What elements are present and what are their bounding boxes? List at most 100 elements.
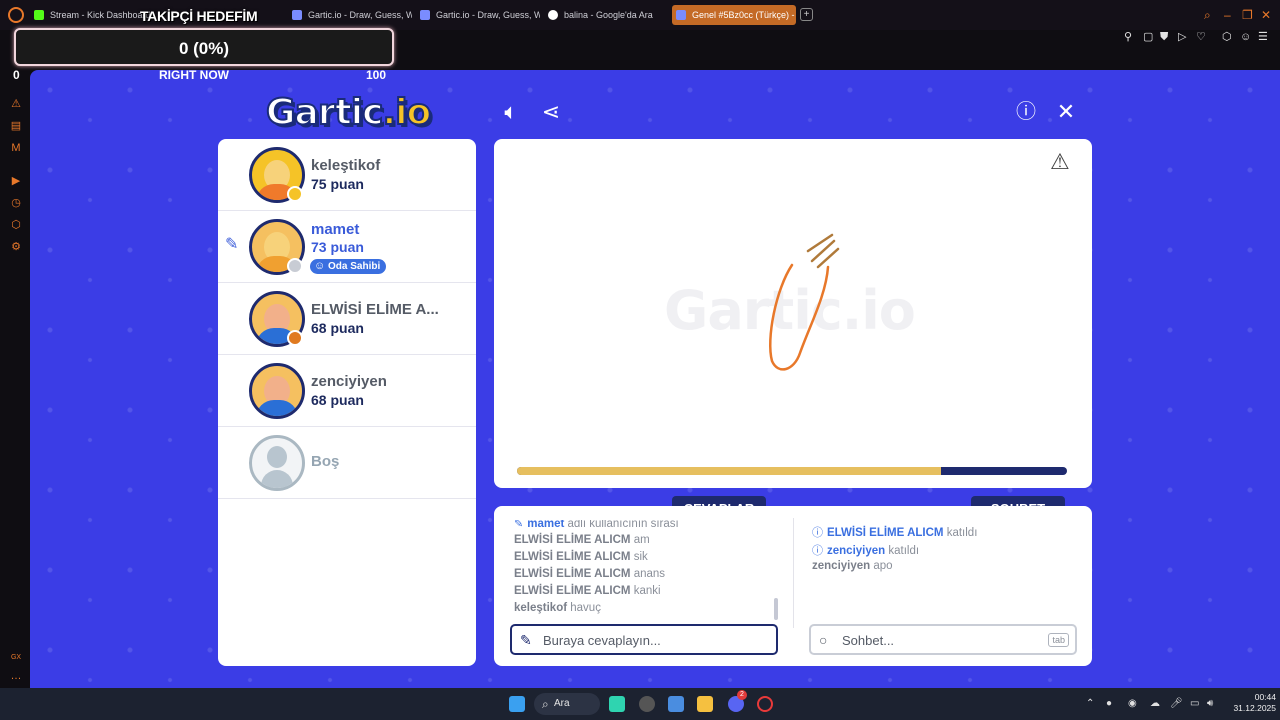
heart-icon[interactable]: ♡ [1196,32,1206,43]
info-icon[interactable]: ⓘ [1014,100,1038,124]
message-text: am [633,534,650,546]
sidebar-messenger-icon[interactable]: M [10,142,22,154]
answer-input[interactable]: ✎ Buraya cevaplayın... [510,624,778,655]
shield-icon[interactable]: ⛊ [1160,32,1168,43]
player-score: 68 puan [311,320,364,336]
player-row[interactable]: zenciyiyen 68 puan [218,355,476,427]
search-tabs-icon[interactable]: ⌕ [1204,8,1211,22]
sidebar-gx-icon[interactable]: GX [10,652,22,664]
drawing-stroke-brown [810,239,836,263]
tab-title: balina - Google'da Ara [564,10,653,20]
windows-taskbar: Ara 2 ⌃ ● ◉ ☁ 🎤︎ ▭ 🔊︎ 00:44 31.12.2025 [0,688,1280,720]
timer-fill [517,467,941,475]
sound-icon[interactable]: 🔈︎ [499,100,523,124]
close-window-icon[interactable]: ✕ [1261,8,1271,22]
player-row[interactable]: ELWİSİ ELİME A... 68 puan [218,283,476,355]
new-tab-button[interactable]: + [800,8,813,21]
snapshot-icon[interactable]: ▢ [1143,32,1153,43]
tray-app-icon[interactable]: ☁ [1150,697,1160,711]
player-status-dot [287,258,303,274]
player-row-drawing[interactable]: ✎ mamet 73 puan Oda Sahibi [218,211,476,283]
gartic-logo[interactable]: Gartic.io [265,91,432,134]
steam-icon[interactable]: ● [1106,697,1112,711]
goal-max-label: 100 [366,68,387,82]
clock-date: 31.12.2025 [1233,703,1276,713]
message-text: sik [633,551,648,563]
app-icon[interactable] [639,696,655,712]
menu-icon[interactable]: ☰ [1258,32,1268,43]
opera-gx-taskbar-icon[interactable] [757,696,773,712]
info-icon: ⓘ [812,527,823,539]
player-status-dot [287,186,303,202]
browser-tab[interactable]: balina - Google'da Ara [544,5,668,25]
answers-scrollbar[interactable] [774,598,778,620]
message-text: katıldı [888,545,920,557]
app-icon[interactable] [668,696,684,712]
browser-tab[interactable]: Gartic.io - Draw, Guess, W [288,5,412,25]
follower-goal-value: 0 (0%) [178,39,230,58]
drawing-canvas[interactable]: Gartic.io ⚠ [494,139,1092,488]
browser-tab[interactable]: Gartic.io - Draw, Guess, W [416,5,540,25]
minimize-icon[interactable]: – [1224,8,1231,22]
network-icon[interactable]: ▭ [1190,697,1199,711]
message-user: mamet [527,520,565,530]
pencil-icon: ✎ [520,632,532,648]
empty-player-slot: Boş [218,427,476,499]
sidebar-more-icon[interactable]: … [10,670,22,682]
player-score: 75 puan [311,176,364,192]
google-favicon-icon [548,10,558,20]
logo-io-text: .io [381,91,432,134]
tray-app-icon[interactable]: ◉ [1128,697,1137,711]
file-explorer-icon[interactable] [697,696,713,712]
sidebar-history-icon[interactable]: ◷ [10,197,22,209]
message-user: ELWİSİ ELİME ALICM [514,568,631,580]
sidebar-twitch-icon[interactable]: ▤ [10,120,22,132]
start-icon[interactable] [509,696,525,712]
answer-message: ELWİSİ ELİME ALICM am [514,534,650,546]
app-icon[interactable] [609,696,625,712]
chat-system-message: ⓘ zenciyiyen katıldı [812,542,919,558]
share-icon[interactable]: ⋖ [539,100,563,124]
browser-sidebar: ⚠ ▤ M ▶ ◷ ⬡ ⚙ GX … [0,70,30,688]
sidebar-extensions-icon[interactable]: ⬡ [10,219,22,231]
tab-title: Genel #5Bz0cc (Türkçe) - [692,10,795,20]
chat-input[interactable]: ○ Sohbet... tab [809,624,1077,655]
message-text: kanki [633,585,661,597]
player-row[interactable]: keleştikof 75 puan [218,139,476,211]
message-user: ELWİSİ ELİME ALICM [514,585,631,597]
profile-icon[interactable]: ☺ [1240,32,1251,43]
pin-icon[interactable]: ⚲ [1124,32,1132,43]
player-icon[interactable]: ▷ [1178,32,1186,43]
panel-divider [793,518,794,628]
microphone-icon[interactable]: 🎤︎ [1170,697,1183,711]
browser-tab[interactable]: Stream - Kick Dashboard [30,5,154,25]
room-owner-badge: Oda Sahibi [310,259,387,274]
empty-slot-label: Boş [311,453,340,470]
browser-tab-active[interactable]: Genel #5Bz0cc (Türkçe) - [672,5,796,25]
sidebar-settings-icon[interactable]: ⚙ [10,241,22,253]
tray-chevron-icon[interactable]: ⌃ [1086,697,1094,711]
kick-favicon-icon [34,10,44,20]
tab-title: Gartic.io - Draw, Guess, W [436,10,540,20]
close-icon[interactable]: ✕ [1054,100,1078,124]
extensions-icon[interactable]: ⬡ [1222,32,1232,43]
follower-goal-title: TAKİPÇİ HEDEFİM [140,8,258,24]
player-name: keleştikof [311,157,381,174]
clock[interactable]: 00:44 31.12.2025 [1226,692,1276,714]
player-name: mamet [311,221,360,238]
maximize-icon[interactable]: ❐ [1242,8,1253,22]
goal-now-label: RIGHT NOW [159,68,229,82]
taskbar-search[interactable]: Ara [534,693,600,715]
follower-goal-bar: 0 (0%) [14,28,394,66]
sidebar-player-icon[interactable]: ▶ [10,175,22,187]
tab-title: Stream - Kick Dashboard [50,10,151,20]
opera-gx-logo-icon[interactable] [8,7,24,23]
message-text: anans [633,568,666,580]
sidebar-aria-icon[interactable]: ⚠ [10,98,22,110]
player-score: 73 puan [311,239,364,255]
logo-text: Gartic [265,91,384,134]
player-score: 68 puan [311,392,364,408]
answer-system-message: ✎ mamet adlı kullanıcının sırası [514,520,679,530]
chat-system-message: ⓘ ELWİSİ ELİME ALICM katıldı [812,524,977,540]
volume-icon[interactable]: 🔊︎ [1207,697,1213,711]
